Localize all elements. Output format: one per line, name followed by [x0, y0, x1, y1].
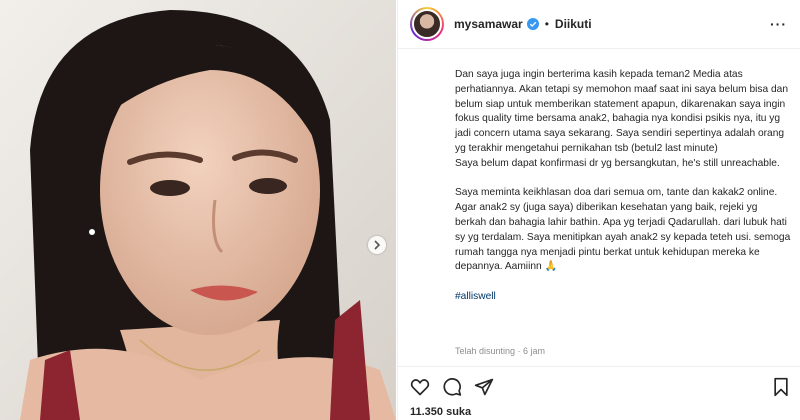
hashtag-link[interactable]: #alliswell — [455, 291, 496, 302]
following-button[interactable]: Diikuti — [555, 17, 592, 31]
post-timestamp: Telah disunting · 6 jam — [455, 346, 546, 356]
caption-paragraph: Saya meminta keikhlasan doa dari semua o… — [455, 187, 791, 273]
share-icon[interactable] — [474, 377, 494, 397]
post-detail-panel: mysamawar • Diikuti ··· Dan saya juga in… — [397, 0, 800, 420]
post-header: mysamawar • Diikuti ··· — [398, 0, 800, 49]
chevron-right-icon — [374, 240, 381, 250]
verified-badge-icon — [526, 18, 539, 30]
likes-count[interactable]: 11.350 suka — [410, 406, 471, 418]
post-caption: Dan saya juga ingin berterima kasih kepa… — [455, 68, 791, 320]
heart-icon[interactable] — [410, 377, 430, 397]
more-options-icon[interactable]: ··· — [770, 16, 787, 32]
separator-dot: • — [544, 17, 549, 31]
username-link[interactable]: mysamawar — [454, 17, 523, 31]
post-photo — [0, 0, 396, 420]
caption-paragraph: Dan saya juga ingin berterima kasih kepa… — [455, 69, 788, 169]
selfie-image — [0, 0, 396, 420]
comment-icon[interactable] — [442, 377, 462, 397]
next-photo-button[interactable] — [368, 236, 386, 254]
avatar[interactable] — [410, 7, 444, 41]
bookmark-icon[interactable] — [771, 377, 791, 397]
action-bar — [398, 366, 800, 407]
